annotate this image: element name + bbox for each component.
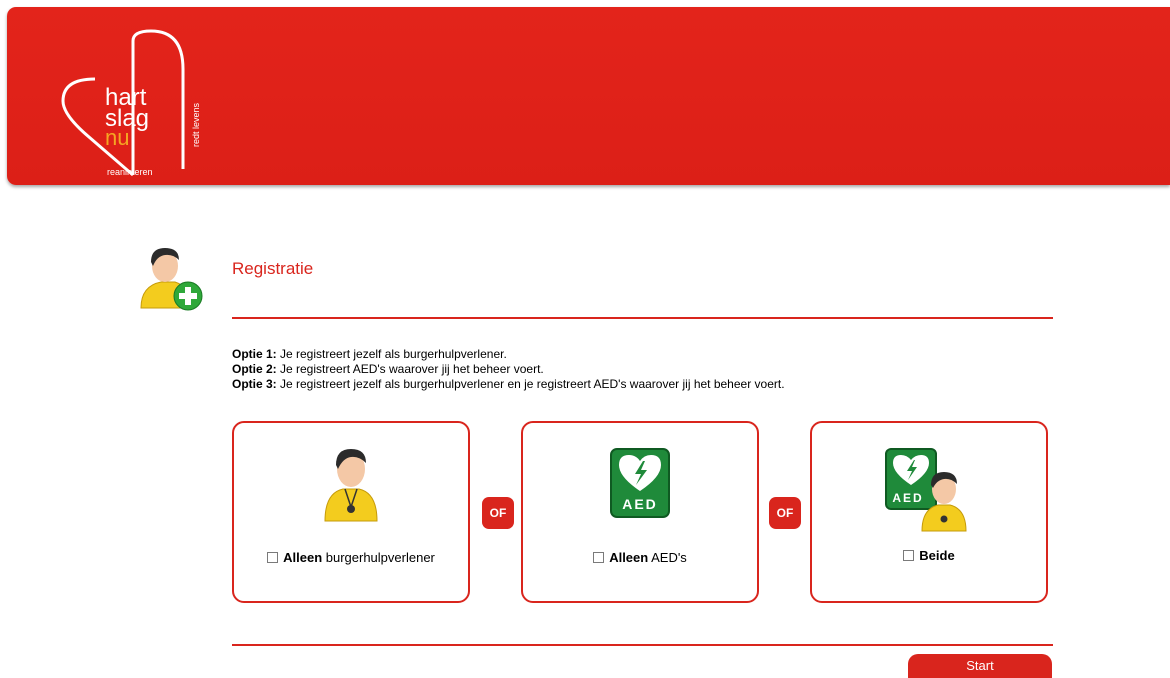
title-divider: [232, 317, 1053, 319]
or-separator-2: OF: [769, 497, 801, 529]
card-1-label: burgerhulpverlener: [322, 550, 435, 565]
aed-icon: AED: [610, 448, 670, 518]
logo-text-reanimeren: reanimeren: [107, 167, 153, 177]
aed-text: AED: [622, 496, 658, 512]
or-separator-1: OF: [482, 497, 514, 529]
card-3-bold-label: Beide: [919, 548, 955, 563]
card-2-label: AED's: [648, 550, 687, 565]
option-2-text: Je registreert AED's waarover jij het be…: [276, 362, 544, 376]
checkbox-aed[interactable]: [593, 552, 605, 563]
option-1-label: Optie 1:: [232, 347, 277, 361]
logo-text-nu: nu: [105, 125, 129, 150]
hartslagnu-logo[interactable]: hart slag nu reanimeren redt levens: [55, 29, 215, 179]
header-banner: hart slag nu reanimeren redt levens: [7, 7, 1170, 185]
option-1-text: Je registreert jezelf als burgerhulpverl…: [276, 347, 507, 361]
option-line-2: Optie 2: Je registreert AED's waarover j…: [232, 362, 785, 377]
card-aed[interactable]: AED Alleen AED's: [521, 421, 759, 603]
aed-text-beide: AED: [892, 491, 923, 505]
checkbox-row-burgerhulpverlener: Alleen burgerhulpverlener: [234, 550, 468, 565]
footer-divider: [232, 644, 1053, 646]
page-title: Registratie: [232, 259, 314, 278]
logo-text-redt-levens: redt levens: [191, 102, 201, 147]
checkbox-beide[interactable]: [903, 550, 915, 561]
aed-person-icon: AED: [885, 448, 967, 532]
option-2-label: Optie 2:: [232, 362, 277, 376]
options-description: Optie 1: Je registreert jezelf als burge…: [232, 347, 785, 392]
start-button[interactable]: Start: [908, 654, 1052, 678]
option-3-label: Optie 3:: [232, 377, 277, 391]
card-burgerhulpverlener[interactable]: Alleen burgerhulpverlener: [232, 421, 470, 603]
checkbox-burgerhulpverlener[interactable]: [267, 552, 279, 563]
option-3-text: Je registreert jezelf als burgerhulpverl…: [276, 377, 785, 391]
option-line-3: Optie 3: Je registreert jezelf als burge…: [232, 377, 785, 392]
option-line-1: Optie 1: Je registreert jezelf als burge…: [232, 347, 785, 362]
card-1-bold-label: Alleen: [283, 550, 323, 565]
checkbox-row-beide: Beide: [812, 548, 1046, 563]
person-icon: [324, 449, 378, 522]
card-2-bold-label: Alleen: [609, 550, 649, 565]
register-person-add-icon: [140, 248, 203, 311]
card-beide[interactable]: AED Beide: [810, 421, 1048, 603]
checkbox-row-aed: Alleen AED's: [523, 550, 757, 565]
